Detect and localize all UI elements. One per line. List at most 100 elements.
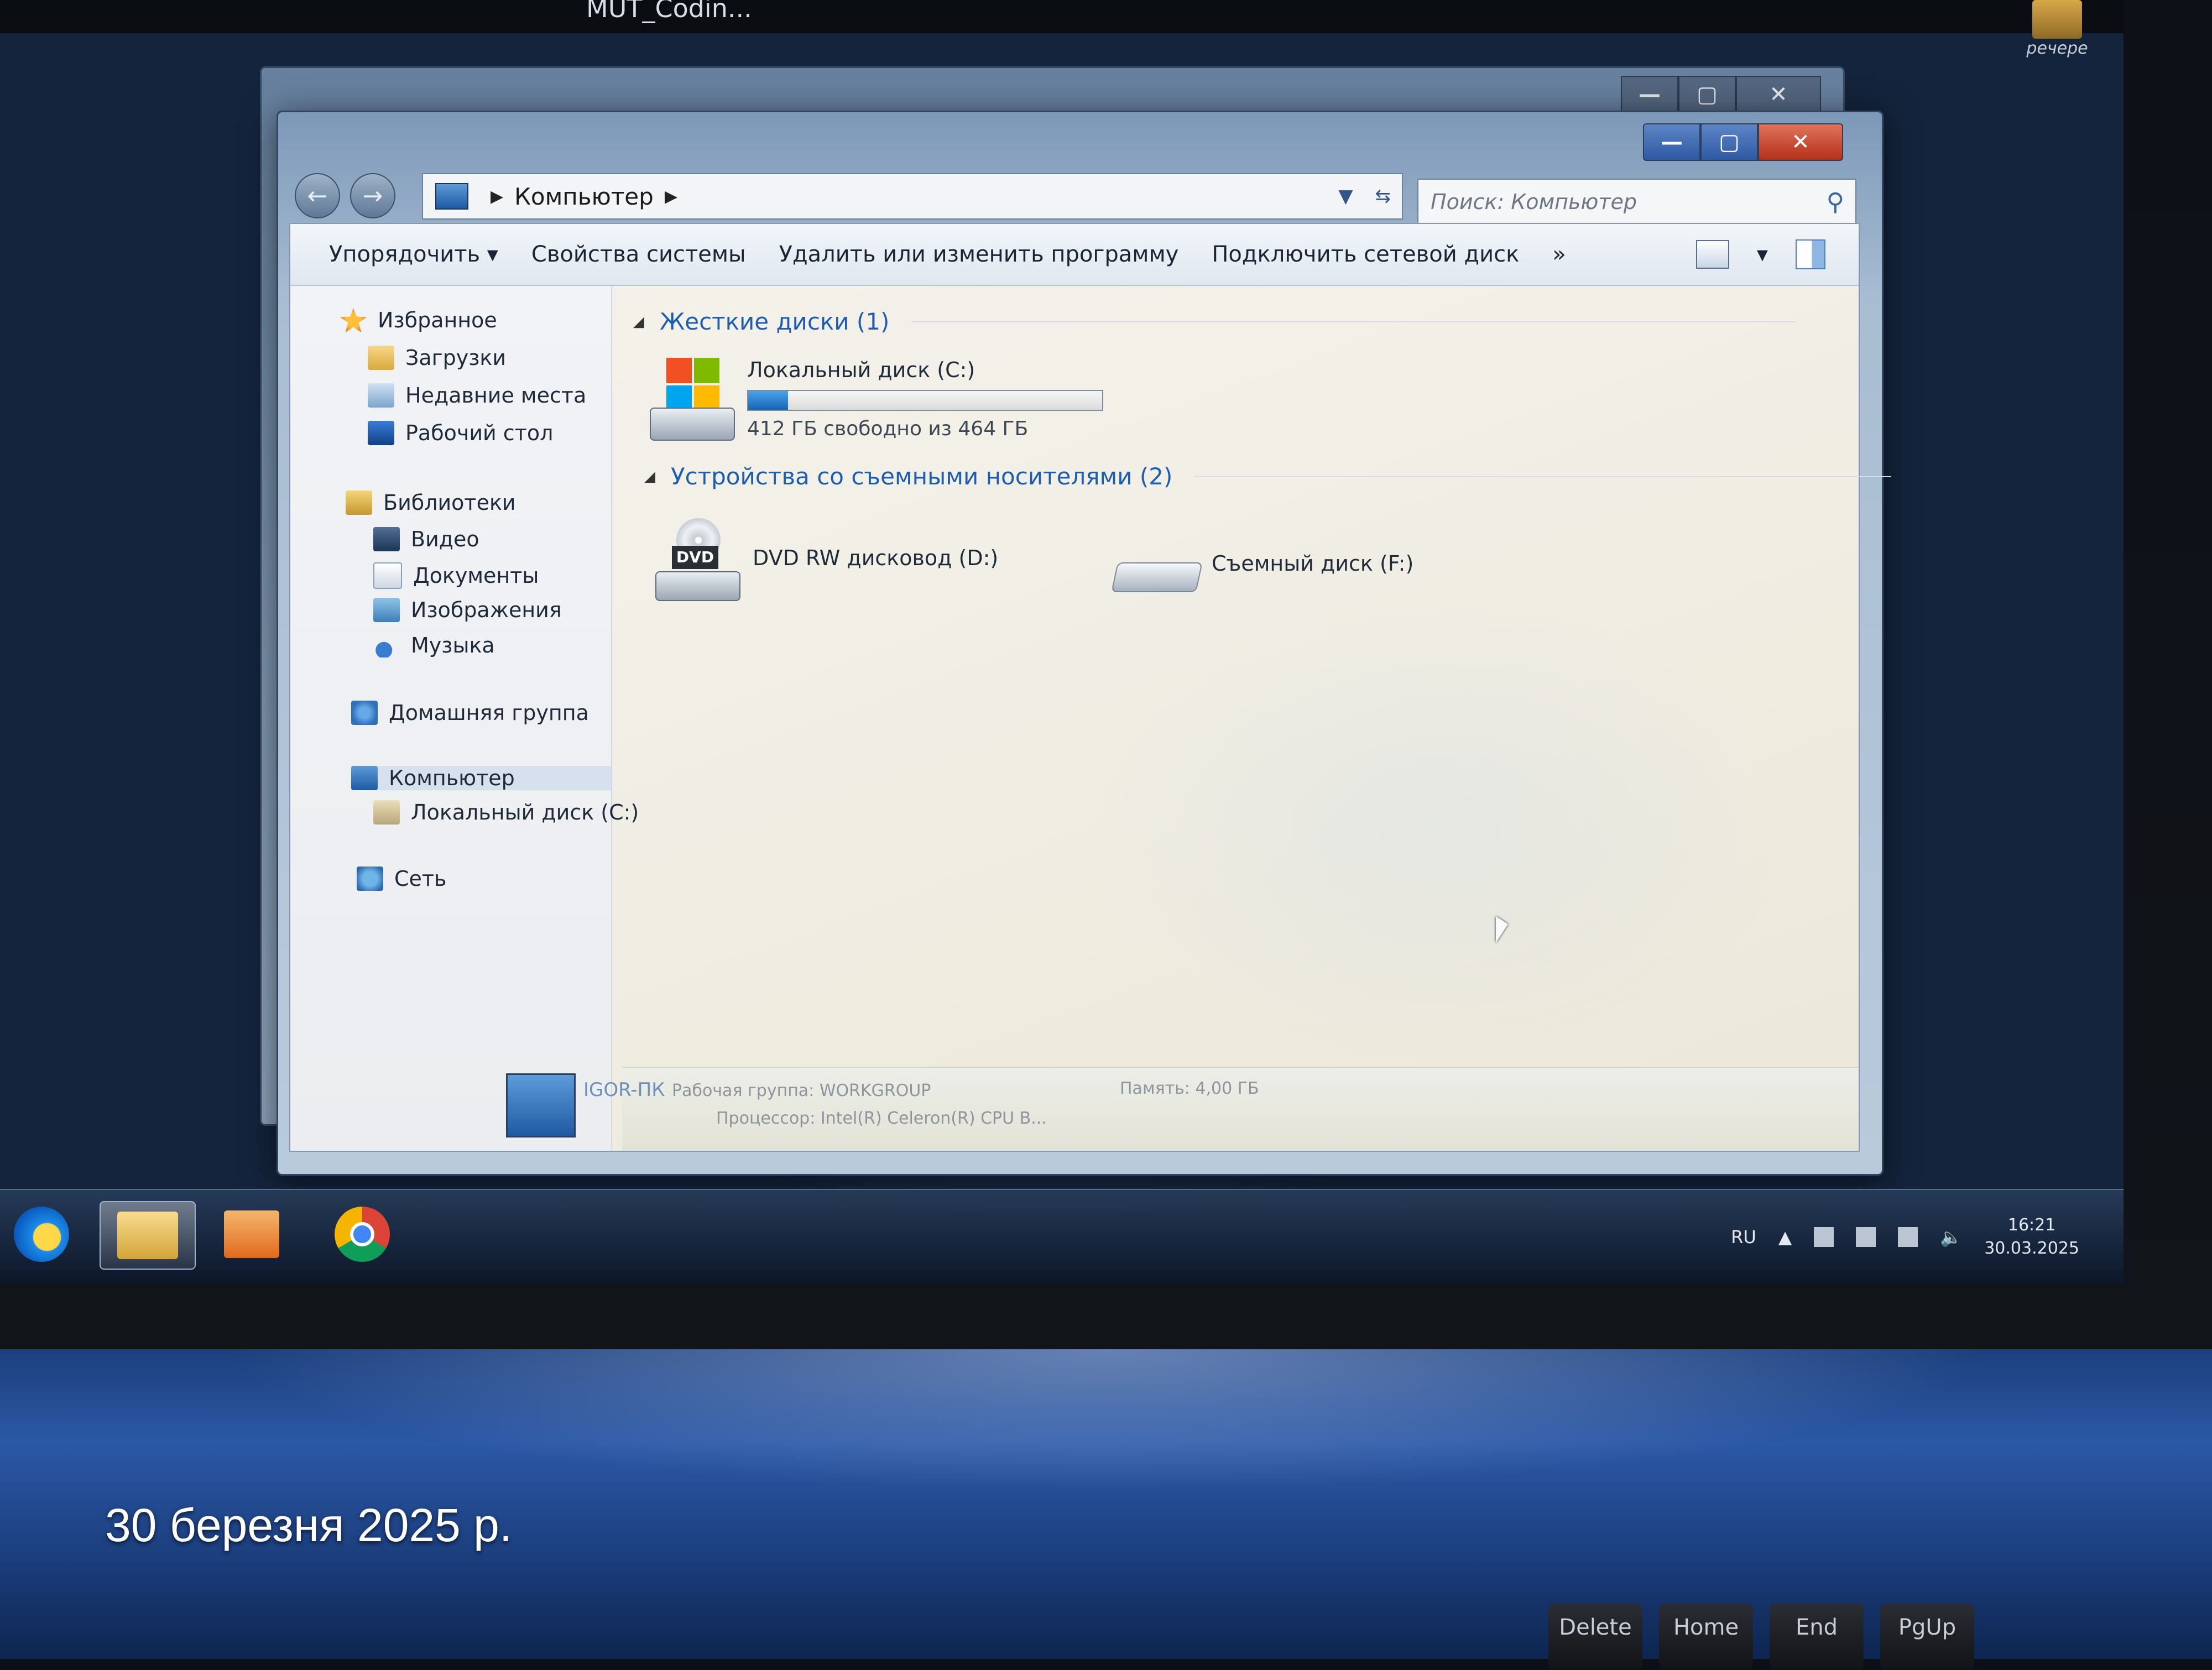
computer-icon [351, 766, 378, 790]
organize-label: Упорядочить [329, 242, 481, 267]
removable-disk-icon [1111, 546, 1203, 607]
nav-label: Недавние места [405, 383, 587, 408]
memory-text: Память: 4,00 ГБ [1120, 1079, 1259, 1098]
background-caption-buttons: — ▢ ✕ [1621, 76, 1821, 113]
map-network-drive-button[interactable]: Подключить сетевой диск [1212, 242, 1519, 267]
nav-label: Локальный диск (C:) [411, 800, 639, 824]
media-player-icon [224, 1210, 279, 1258]
maximize-icon[interactable]: ▢ [1678, 76, 1736, 113]
star-icon [340, 308, 367, 332]
caption-buttons: — ▢ ✕ [1643, 123, 1843, 161]
change-view-icon[interactable] [1695, 240, 1729, 269]
nav-computer[interactable]: Компьютер [351, 766, 611, 790]
close-icon[interactable]: ✕ [1736, 76, 1821, 113]
group-removable[interactable]: ◢ Устройства со съемными носителями (2) [644, 463, 1892, 490]
taskbar-media-player[interactable] [210, 1201, 293, 1267]
minimize-button[interactable]: — [1643, 123, 1700, 161]
background-window[interactable]: — ▢ ✕ [260, 66, 1845, 1126]
key-end[interactable]: End [1770, 1604, 1864, 1670]
close-button[interactable]: ✕ [1758, 123, 1843, 161]
pc-name: IGOR-ПК [583, 1079, 665, 1101]
navigation-pane: Избранное Загрузки Недавние места Рабочи… [290, 286, 639, 1151]
search-icon[interactable]: ⚲ [1827, 188, 1844, 216]
collapse-arrow-icon[interactable]: ◢ [644, 468, 655, 485]
key-delete[interactable]: Delete [1548, 1604, 1642, 1670]
drive-f-name: Съемный диск (F:) [1212, 551, 1414, 576]
uninstall-program-button[interactable]: Удалить или изменить программу [779, 242, 1179, 267]
chevron-right-icon[interactable]: ▶ [491, 187, 503, 206]
dropdown-arrow-icon[interactable]: ▼ [1338, 185, 1353, 207]
homegroup-icon [351, 701, 378, 725]
top-window-label[interactable]: MUT_Codin... [586, 0, 752, 23]
downloads-folder-icon [368, 346, 394, 370]
clock[interactable]: 16:21 30.03.2025 [1984, 1214, 2079, 1260]
minimize-icon[interactable]: — [1621, 76, 1678, 113]
view-dropdown-icon[interactable]: ▾ [1757, 242, 1768, 267]
nav-label: Загрузки [405, 346, 507, 370]
nav-video[interactable]: Видео [373, 527, 479, 551]
group-divider [911, 321, 1797, 322]
address-controls: ▼ ⇆ [1338, 185, 1391, 207]
refresh-icon[interactable]: ⇆ [1375, 185, 1391, 207]
drive-f-tile[interactable]: Съемный диск (F:) [1111, 524, 1414, 607]
drive-d-tile[interactable]: DVD DVD RW дисковод (D:) [655, 518, 998, 601]
title-bar[interactable]: — ▢ ✕ [278, 112, 1882, 162]
maximize-button[interactable]: ▢ [1700, 123, 1758, 161]
explorer-window[interactable]: — ▢ ✕ ← → ▶ Компьютер ▶ ▼ ⇆ Поиск: Компь… [276, 111, 1892, 1176]
volume-icon[interactable]: 🔈 [1940, 1227, 1962, 1248]
music-icon [373, 633, 400, 657]
nav-images[interactable]: Изображения [373, 598, 562, 622]
power-icon[interactable] [1856, 1227, 1876, 1247]
chevron-right-icon[interactable]: ▶ [665, 187, 677, 206]
taskbar-chrome[interactable] [321, 1201, 404, 1267]
desktop-shortcut-label: речере [2026, 39, 2088, 58]
desktop-shortcut[interactable]: речере [2024, 0, 2090, 58]
group-divider [1194, 476, 1892, 477]
forward-button[interactable]: → [350, 173, 395, 218]
internet-explorer-icon [14, 1207, 69, 1262]
search-box[interactable]: Поиск: Компьютер ⚲ [1417, 179, 1856, 225]
nav-desktop[interactable]: Рабочий стол [368, 421, 553, 445]
drive-c-name: Локальный диск (C:) [747, 358, 975, 382]
nav-music[interactable]: Музыка [373, 633, 495, 657]
dvd-drive-base [655, 571, 740, 601]
drive-c-free-space: 412 ГБ свободно из 464 ГБ [747, 418, 1029, 440]
search-input[interactable]: Поиск: Компьютер [1431, 190, 1637, 214]
folder-icon [117, 1212, 178, 1259]
key-home[interactable]: Home [1659, 1604, 1753, 1670]
show-hidden-icons-icon[interactable]: ▲ [1778, 1227, 1792, 1248]
back-button[interactable]: ← [295, 173, 340, 218]
taskbar-internet-explorer[interactable] [0, 1201, 83, 1267]
collapse-arrow-icon[interactable]: ◢ [633, 314, 644, 330]
group-hard-drives[interactable]: ◢ Жесткие диски (1) [633, 308, 1797, 335]
nav-network[interactable]: Сеть [357, 867, 446, 891]
clock-date: 30.03.2025 [1984, 1239, 2079, 1258]
nav-homegroup[interactable]: Домашняя группа [351, 701, 589, 725]
nav-label: Музыка [411, 633, 495, 657]
preview-pane-icon[interactable] [1796, 239, 1825, 269]
top-taskbar-strip [0, 0, 2124, 33]
video-icon [373, 527, 400, 551]
hard-drive-base [650, 408, 735, 441]
nav-favorites[interactable]: Избранное [340, 308, 497, 332]
taskbar-explorer[interactable] [100, 1201, 196, 1270]
dvd-badge: DVD [672, 546, 718, 569]
language-indicator[interactable]: RU [1731, 1227, 1756, 1248]
action-center-icon[interactable] [1814, 1227, 1834, 1247]
nav-downloads[interactable]: Загрузки [368, 346, 506, 370]
nav-local-disk-c[interactable]: Локальный диск (C:) [373, 800, 639, 824]
breadcrumb-computer[interactable]: Компьютер [514, 183, 654, 210]
network-signal-icon[interactable] [1898, 1227, 1918, 1247]
nav-libraries[interactable]: Библиотеки [346, 490, 516, 515]
address-bar[interactable]: ▶ Компьютер ▶ ▼ ⇆ [422, 173, 1403, 220]
key-pgup[interactable]: PgUp [1880, 1604, 1974, 1670]
system-properties-button[interactable]: Свойства системы [531, 242, 746, 267]
nav-recent-places[interactable]: Недавние места [368, 383, 586, 408]
more-commands-button[interactable]: » [1552, 242, 1566, 267]
windows-hard-drive-icon [650, 358, 735, 441]
drive-c-tile[interactable]: Локальный диск (C:) 412 ГБ свободно из 4… [650, 358, 1103, 441]
network-icon [357, 867, 383, 891]
view-controls: ▾ [1695, 239, 1825, 269]
organize-button[interactable]: Упорядочить ▾ [329, 242, 498, 267]
nav-documents[interactable]: Документы [373, 562, 539, 589]
